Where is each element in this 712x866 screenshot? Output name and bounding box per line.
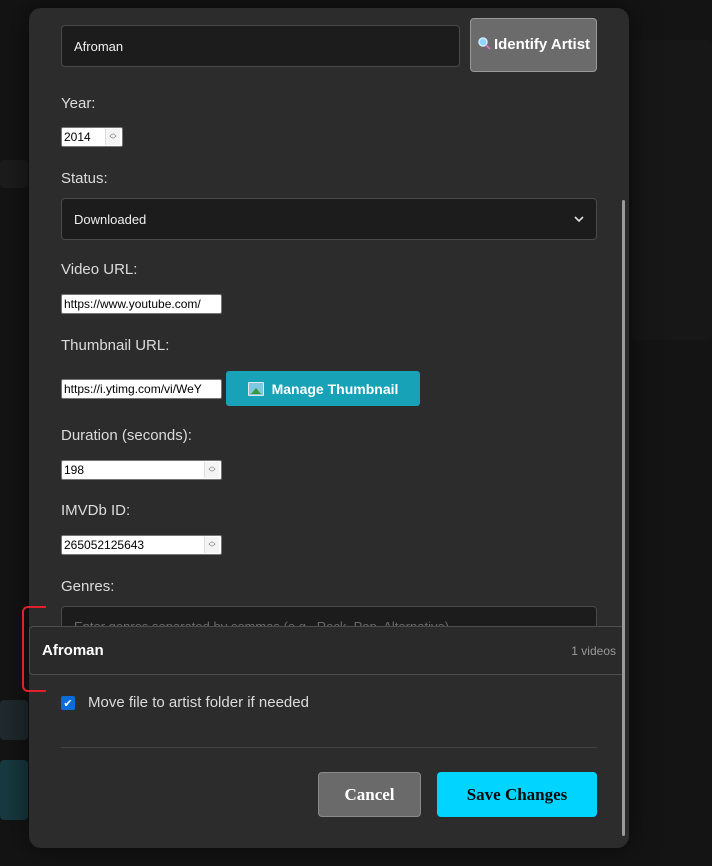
save-changes-button[interactable]: Save Changes: [437, 772, 597, 817]
video-url-input[interactable]: https://www.youtube.com/: [61, 294, 222, 314]
video-url-label: Video URL:: [61, 261, 138, 278]
background-element: [0, 700, 28, 740]
suggestion-artist-name: Afroman: [42, 642, 104, 659]
imvdb-label: IMVDb ID:: [61, 502, 131, 519]
suggestion-video-count: 1 videos: [571, 643, 616, 658]
imvdb-spinner[interactable]: ︿ ﹀: [204, 537, 219, 553]
manage-thumbnail-button[interactable]: Manage Thumbnail: [226, 371, 420, 406]
background-element: [632, 40, 712, 340]
thumbnail-url-input[interactable]: https://i.ytimg.com/vi/WeY: [61, 379, 222, 399]
video-url-value: https://www.youtube.com/: [64, 297, 201, 311]
footer-divider: [61, 747, 597, 748]
cancel-button[interactable]: Cancel: [318, 772, 421, 817]
artist-input[interactable]: Afroman: [61, 25, 460, 67]
artist-input-value: Afroman: [74, 38, 124, 54]
annotation-bracket: [22, 606, 46, 692]
status-selected-value: Downloaded: [74, 211, 147, 227]
thumbnail-url-value: https://i.ytimg.com/vi/WeY: [64, 382, 202, 396]
background-element: [0, 760, 28, 820]
move-file-checkbox[interactable]: ✔: [61, 696, 75, 710]
background-element: [0, 160, 28, 188]
year-value: 2014: [64, 130, 91, 144]
duration-value: 198: [64, 463, 85, 477]
artist-suggestion-item[interactable]: Afroman 1 videos: [29, 626, 625, 675]
thumbnail-url-label: Thumbnail URL:: [61, 337, 170, 354]
status-select[interactable]: Downloaded: [61, 198, 597, 240]
duration-spinner[interactable]: ︿ ﹀: [204, 462, 219, 478]
move-file-label: Move file to artist folder if needed: [88, 694, 309, 711]
year-label: Year:: [61, 95, 96, 112]
year-input[interactable]: 2014 ︿ ﹀: [61, 127, 123, 147]
status-label: Status:: [61, 170, 108, 187]
identify-artist-label: Identify Artist: [493, 36, 591, 53]
chevron-down-icon: [574, 216, 584, 223]
genres-label: Genres:: [61, 578, 115, 595]
year-spinner[interactable]: ︿ ﹀: [105, 129, 120, 145]
manage-thumbnail-label: Manage Thumbnail: [271, 380, 399, 397]
duration-label: Duration (seconds):: [61, 427, 192, 444]
identify-artist-button[interactable]: Identify Artist: [470, 18, 597, 72]
duration-input[interactable]: 198 ︿ ﹀: [61, 460, 222, 480]
modal-scrollbar[interactable]: [622, 200, 625, 836]
image-icon: [247, 381, 264, 396]
imvdb-id-input[interactable]: 265052125643 ︿ ﹀: [61, 535, 222, 555]
imvdb-id-value: 265052125643: [64, 538, 145, 552]
magnifier-icon: [478, 37, 491, 50]
